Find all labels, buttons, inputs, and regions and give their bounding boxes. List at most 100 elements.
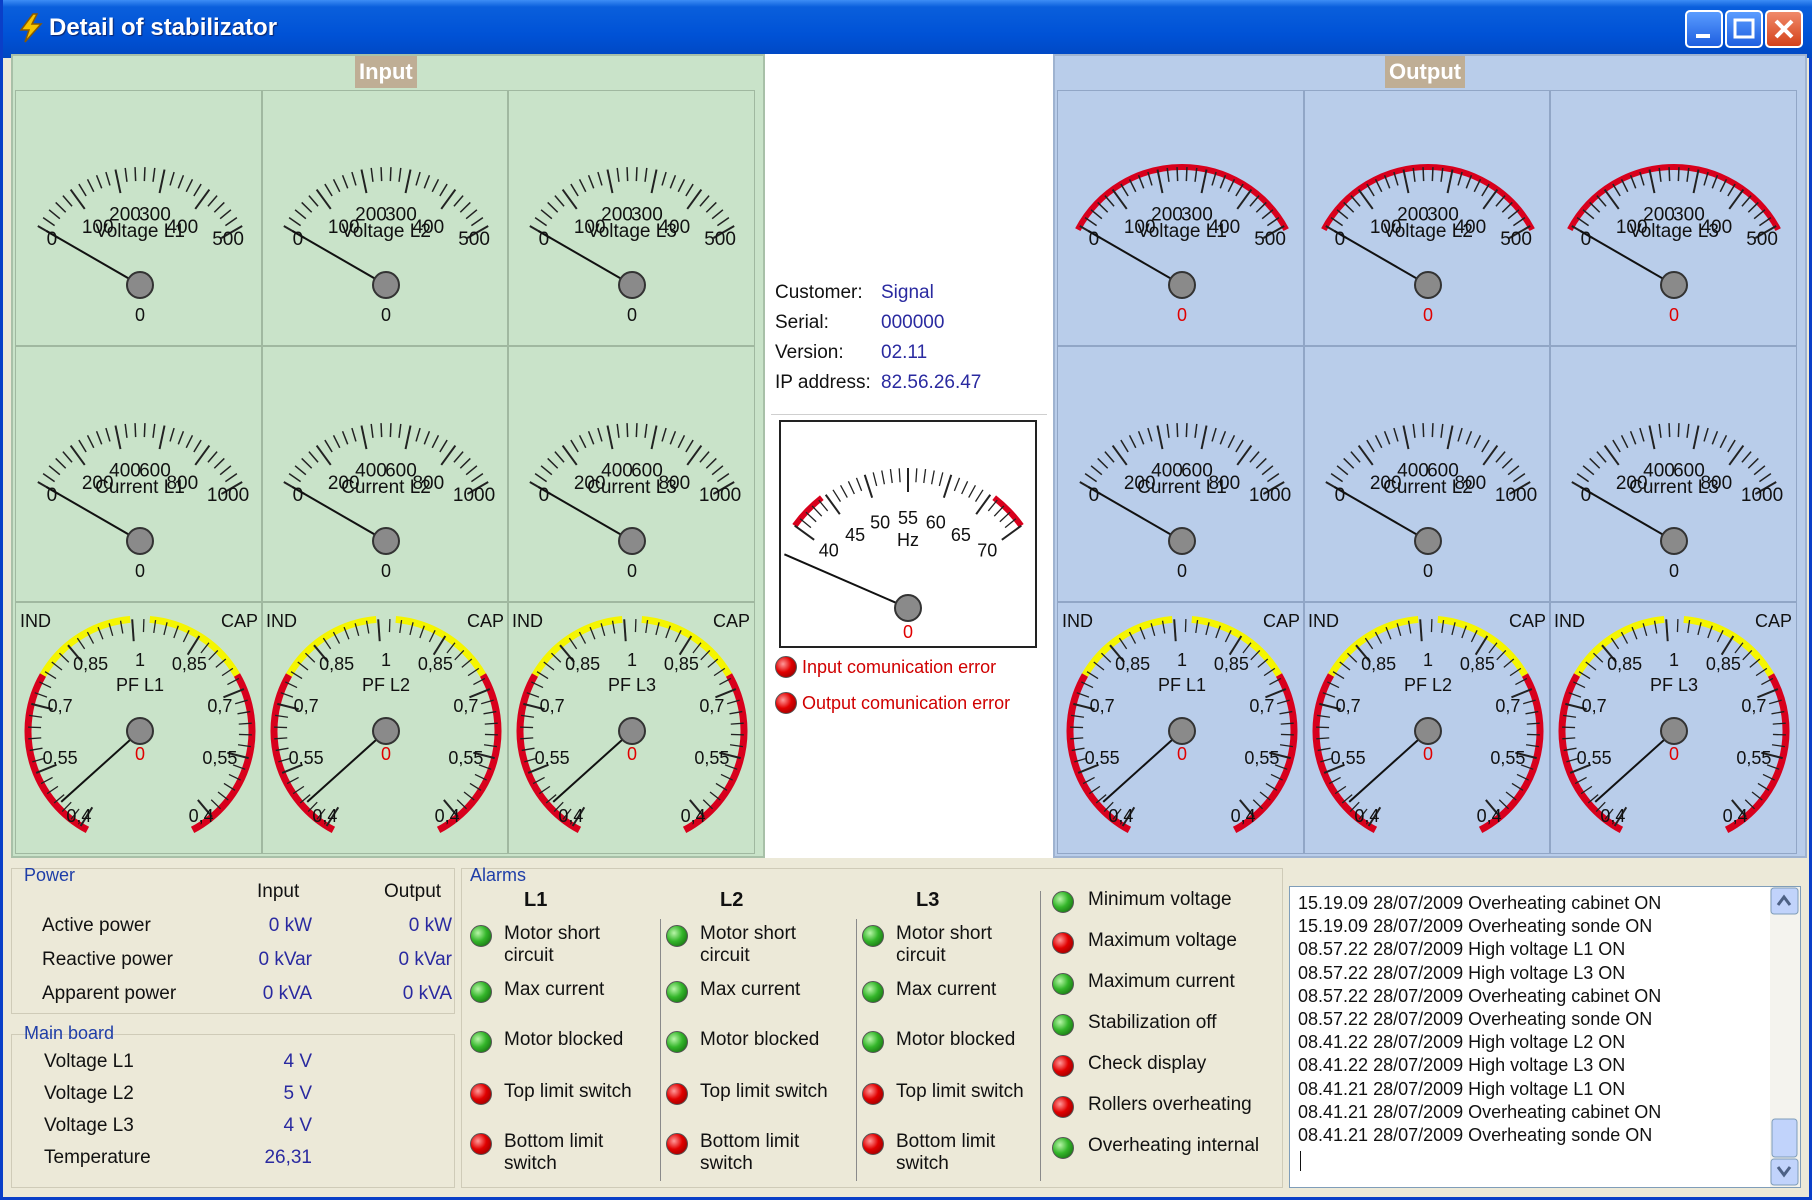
input-pf-l2-cell: 0,4 0,55 0,7 0,85 0,85 0,7 0,55 0,4 1 IND CAP PF L2… (261, 602, 509, 854)
cap-label: CAP (713, 611, 750, 631)
tick (42, 473, 56, 483)
tick (213, 457, 225, 469)
alarm-label: Maximum voltage (1088, 930, 1237, 951)
tick (855, 477, 863, 492)
title-bar[interactable]: Detail of stabilizator (3, 0, 1812, 58)
tick (1741, 451, 1752, 463)
tick (938, 472, 944, 487)
alarm-label: Stabilization off (1088, 1012, 1217, 1033)
tick (1120, 183, 1129, 197)
gauge-value: 0 (135, 561, 145, 581)
tick (1419, 619, 1423, 642)
pf-scale-label: 0,4 (681, 806, 706, 826)
pf-gauge-l2: 0,4 0,55 0,7 0,85 0,85 0,7 0,55 0,4 1 IND CAP PF L2… (1308, 611, 1546, 833)
minimize-button[interactable] (1685, 10, 1723, 48)
power-group: Power Input Output Active power 0 kW 0 k… (11, 865, 455, 1014)
tick (1465, 431, 1473, 445)
tick (1156, 169, 1164, 194)
gauge-label: PF L2 (1404, 675, 1452, 695)
event-log[interactable]: 15.19.09 28/07/2009 Overheating cabinet … (1289, 886, 1801, 1188)
maximize-button[interactable] (1725, 10, 1763, 48)
tick (134, 167, 137, 182)
status-led (862, 1031, 884, 1053)
tick (1747, 457, 1759, 469)
customer-row: Customer: Signal (775, 282, 934, 304)
alarm-phase-l2-header: L2 (720, 889, 744, 911)
tick (847, 481, 855, 495)
tick (1343, 201, 1355, 213)
tick (1742, 649, 1753, 661)
tick (1474, 635, 1489, 656)
tick (686, 444, 703, 466)
tick (134, 423, 137, 438)
log-scrollbar[interactable] (1770, 887, 1800, 1187)
tick (288, 473, 302, 483)
status-led (666, 981, 688, 1003)
tick (1711, 431, 1719, 445)
tick (1343, 457, 1355, 469)
tick (1512, 473, 1526, 483)
tick (1330, 217, 1344, 227)
tick (705, 457, 717, 469)
tick (301, 457, 313, 469)
tick (799, 518, 812, 529)
needle-hub (618, 717, 646, 745)
pf-scale-label: 0,85 (565, 654, 600, 674)
tick (1658, 423, 1662, 438)
frequency-dial: 40 4550 55 6065 70 Hz 0 (783, 468, 1024, 642)
ip-row: IP address: 82.56.26.47 (775, 372, 981, 394)
tick (1084, 473, 1098, 483)
gauge-label: PF L1 (1158, 675, 1206, 695)
current-gauge-l3: 02004006008001000Current L30 (1571, 423, 1783, 581)
alarm-label: Minimum voltage (1088, 889, 1232, 910)
tick (1255, 457, 1267, 469)
tick (1111, 188, 1128, 210)
tick (1227, 434, 1236, 449)
log-line: 08.57.22 28/07/2009 Overheating cabinet … (1298, 985, 1662, 1006)
tick (1481, 183, 1490, 197)
tick (58, 652, 70, 663)
serial-value: 000000 (881, 312, 945, 333)
gauge-label: Current L1 (1137, 477, 1227, 498)
tick (1501, 457, 1513, 469)
tick (55, 457, 67, 469)
tick (454, 649, 465, 661)
input-voltage-l3-cell: 0 100 200 300 400 500 Voltage L3 0 (507, 90, 755, 346)
tick (1185, 167, 1188, 182)
tick (51, 661, 63, 671)
tick (351, 427, 357, 442)
gauge-label: PF L2 (362, 675, 410, 695)
tick (1758, 473, 1772, 483)
mb-voltage-l1-value: 4 V (283, 1051, 312, 1072)
tick (1512, 217, 1526, 227)
tick (360, 425, 368, 450)
scale-label: 500 (704, 229, 736, 250)
tick (1176, 423, 1179, 438)
status-led (1052, 891, 1074, 913)
tick (360, 169, 368, 194)
close-button[interactable] (1765, 10, 1803, 48)
tick (1104, 451, 1115, 463)
tick (1612, 439, 1621, 453)
current-gauge-l3: 02004006008001000Current L30 (529, 423, 741, 581)
tick (597, 171, 603, 186)
gauge-value: 0 (627, 305, 637, 325)
tick (1128, 178, 1137, 193)
gauge-value: 0 (381, 744, 391, 764)
freq-scale-label: 70 (977, 540, 997, 560)
pf-scale-label: 0,55 (289, 748, 324, 768)
pf-scale-label: 0,55 (1085, 748, 1120, 768)
tick (1194, 423, 1198, 438)
needle-hub (1414, 717, 1442, 745)
output-pf-l1-cell: 0,4 0,55 0,7 0,85 0,85 0,7 0,55 0,4 1 IND CAP PF L1… (1057, 602, 1305, 854)
gauge-label: PF L3 (608, 675, 656, 695)
stabilizator-window: Detail of stabilizator Input 0 100 200 300 4… (0, 0, 1812, 1200)
tick (1422, 423, 1425, 438)
pf-scale-label: 0,4 (189, 806, 214, 826)
tick (578, 434, 587, 449)
tick (446, 642, 456, 654)
tick (1097, 457, 1109, 469)
tick (124, 167, 128, 182)
tick (461, 658, 473, 668)
cap-label: CAP (467, 611, 504, 631)
